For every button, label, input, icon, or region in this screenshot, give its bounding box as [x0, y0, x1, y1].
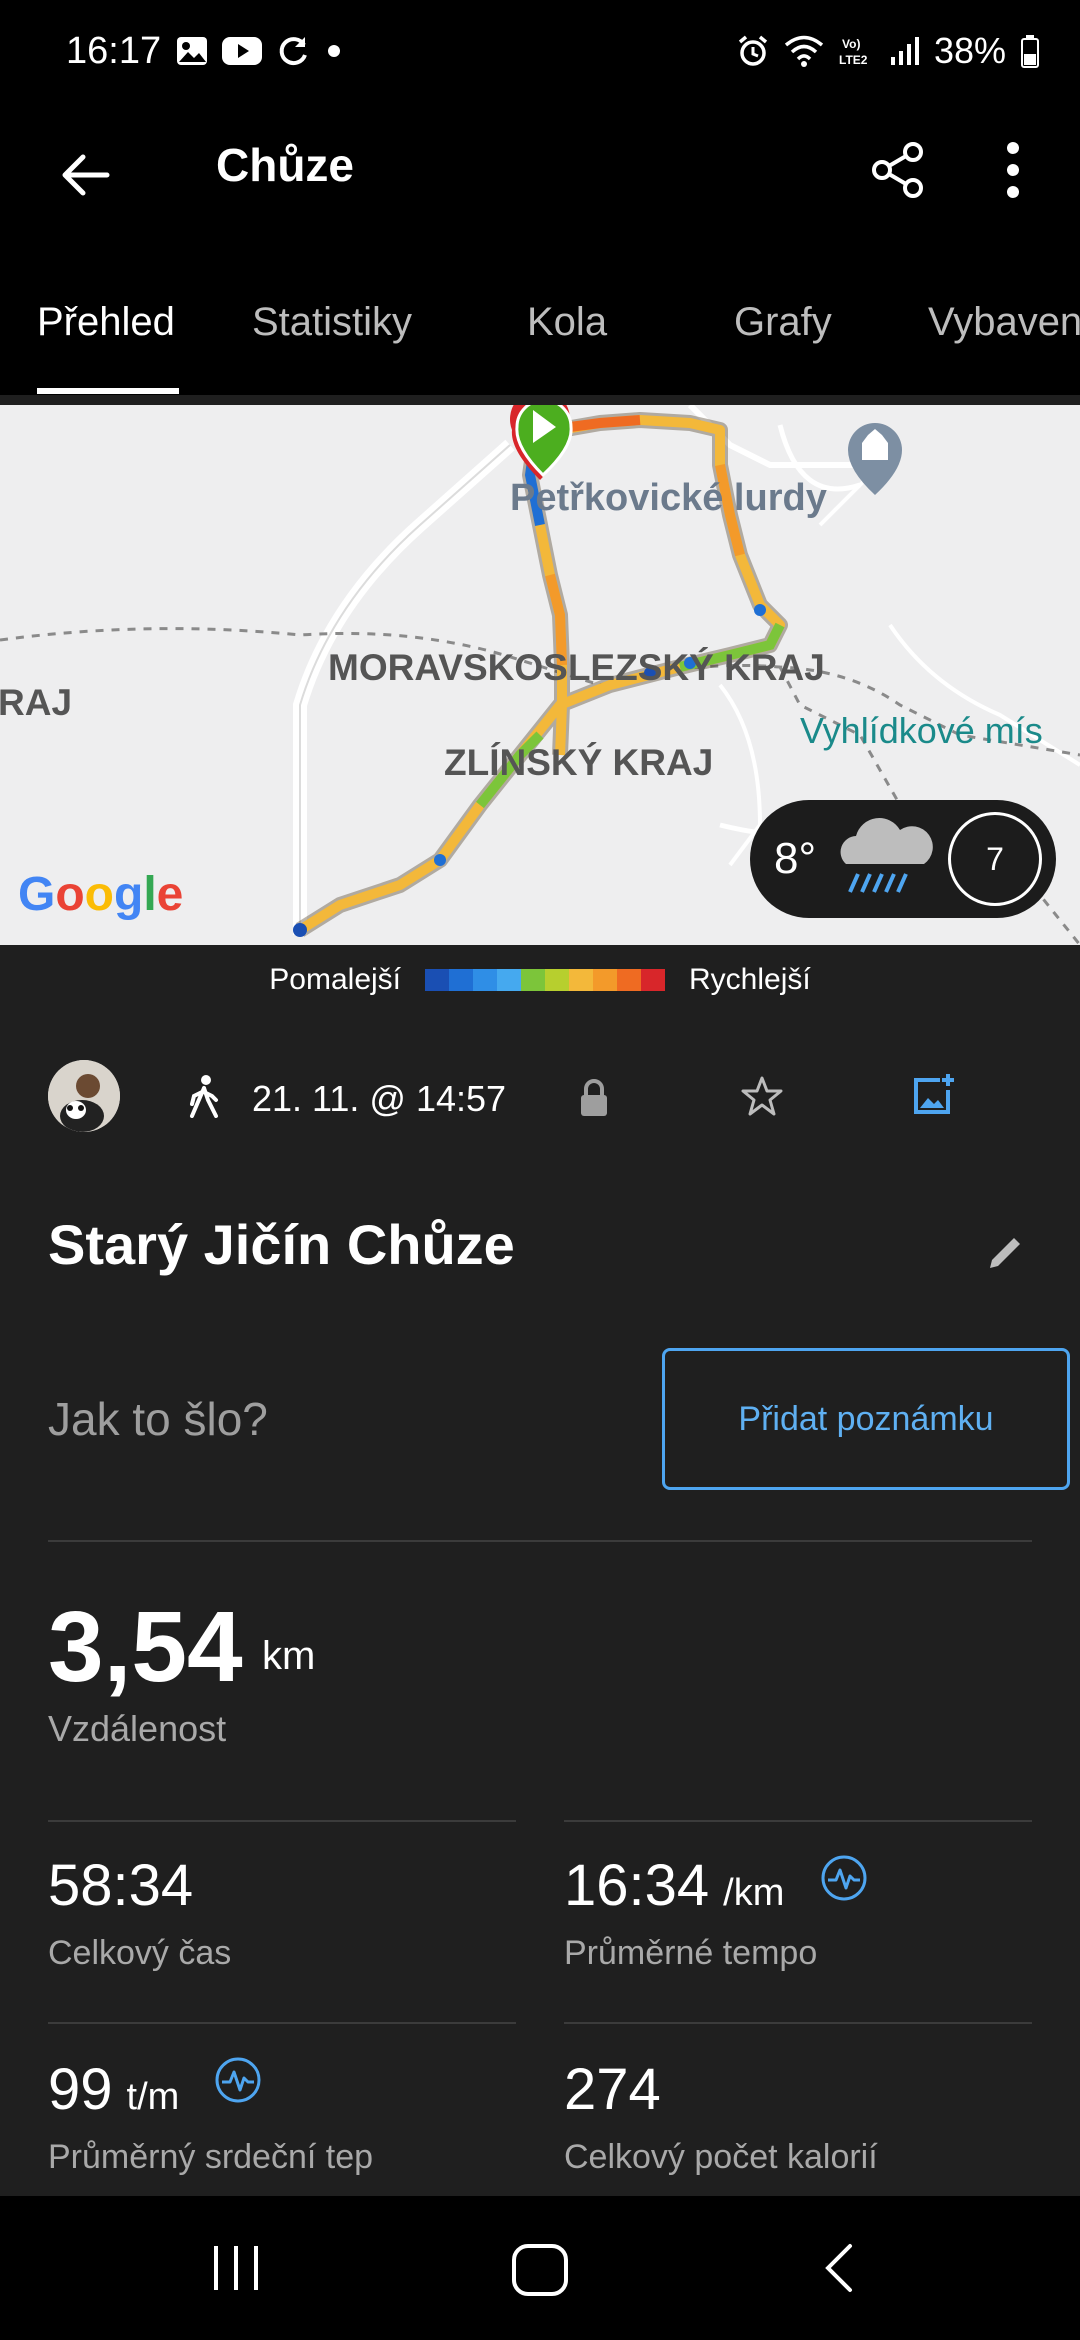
map-label-viewpoint: Vyhlídkové mís [800, 710, 1043, 751]
more-options-button[interactable] [968, 120, 1058, 220]
map-label-poi: Petřkovické lurdy [510, 477, 827, 519]
avg-hr-stat: 99 t/m [48, 2056, 179, 2123]
legend-fast-label: Rychlejší [689, 963, 811, 996]
nav-back-icon[interactable] [814, 2240, 864, 2296]
pulse-chart-icon[interactable] [820, 1854, 868, 1902]
weather-badge: 7 [948, 812, 1042, 906]
lock-icon[interactable] [574, 1078, 614, 1118]
avg-hr-label: Průměrný srdeční tep [48, 2138, 374, 2176]
more-vert-icon [1007, 142, 1019, 198]
status-right: Vo) LTE2 38% [736, 30, 1040, 72]
distance-label: Vzdálenost [48, 1708, 227, 1749]
speed-legend: Pomalejší Rychlejší [0, 945, 1080, 1015]
walking-icon [190, 1075, 218, 1118]
avg-hr-unit: t/m [126, 2076, 180, 2118]
recents-icon[interactable] [206, 2240, 266, 2296]
add-photo-icon[interactable] [910, 1072, 956, 1118]
share-icon [872, 142, 923, 198]
map-label-region2: ZLÍNSKÝ KRAJ [444, 742, 713, 783]
total-time-label: Celkový čas [48, 1934, 232, 1972]
weather-pill[interactable]: 8° 7 [750, 800, 1056, 918]
back-arrow-icon [62, 154, 110, 196]
gallery-icon [177, 37, 207, 65]
add-note-button[interactable]: Přidat poznámku [662, 1348, 1070, 1490]
sync-icon [279, 37, 307, 66]
avg-pace-unit: /km [723, 1872, 785, 1914]
dot-icon [328, 45, 340, 57]
tab-kola[interactable]: Kola [527, 300, 607, 345]
avatar[interactable] [48, 1060, 120, 1132]
divider [564, 2022, 1032, 2024]
divider [48, 2022, 516, 2024]
divider [564, 1820, 1032, 1822]
tab-vybaveni[interactable]: Vybaven [928, 300, 1080, 345]
avatar-image [48, 1060, 120, 1132]
map-label-region-left: RAJ [0, 682, 72, 723]
share-button[interactable] [848, 120, 948, 220]
avg-pace-stat: 16:34 /km [564, 1852, 784, 1919]
tab-grafy[interactable]: Grafy [734, 300, 832, 345]
status-time: 16:17 [66, 30, 162, 72]
page-title: Chůze [216, 139, 354, 191]
youtube-icon [222, 37, 262, 65]
back-button[interactable] [40, 130, 130, 220]
avg-pace-label: Průměrné tempo [564, 1934, 818, 1972]
star-icon[interactable] [740, 1074, 784, 1118]
google-logo: Google [18, 868, 183, 921]
heart-rate-chart-icon[interactable] [214, 2056, 262, 2104]
rain-cloud-icon [840, 818, 933, 893]
distance-unit: km [262, 1634, 316, 1678]
activity-title: Starý Jičín Chůze [48, 1213, 515, 1276]
divider [48, 1820, 516, 1822]
total-time-value: 58:34 [48, 1853, 194, 1918]
legend-color-bar [425, 969, 665, 991]
avg-pace-value: 16:34 [564, 1853, 710, 1918]
legend-slow-label: Pomalejší [269, 963, 401, 996]
svg-text:Vo): Vo) [842, 37, 860, 51]
volte-icon: Vo) LTE2 [839, 37, 868, 67]
calories-label: Celkový počet kalorií [564, 2138, 878, 2176]
wifi-icon [784, 35, 824, 67]
battery-percent: 38% [933, 30, 1006, 71]
signal-icon [890, 37, 919, 65]
feedback-prompt: Jak to šlo? [48, 1393, 268, 1445]
svg-text:LTE2: LTE2 [839, 53, 868, 67]
tab-statistiky[interactable]: Statistiky [252, 300, 412, 345]
home-icon[interactable] [508, 2242, 572, 2298]
distance-value: 3,54 [48, 1591, 243, 1703]
battery-icon [1021, 35, 1039, 68]
weather-temp: 8° [774, 834, 817, 883]
edit-icon[interactable] [986, 1232, 1026, 1272]
calories-value: 274 [564, 2057, 661, 2122]
activity-date: 21. 11. @ 14:57 [252, 1078, 507, 1119]
map-label-region1: MORAVSKOSLEZSKÝ KRAJ [328, 647, 825, 688]
weather-badge-value: 7 [986, 840, 1004, 877]
status-left-icons [175, 30, 345, 72]
tab-prehled[interactable]: Přehled [37, 300, 175, 345]
divider [48, 1540, 1032, 1542]
alarm-icon [738, 35, 768, 66]
avg-hr-value: 99 [48, 2057, 113, 2122]
active-tab-indicator [37, 388, 179, 394]
